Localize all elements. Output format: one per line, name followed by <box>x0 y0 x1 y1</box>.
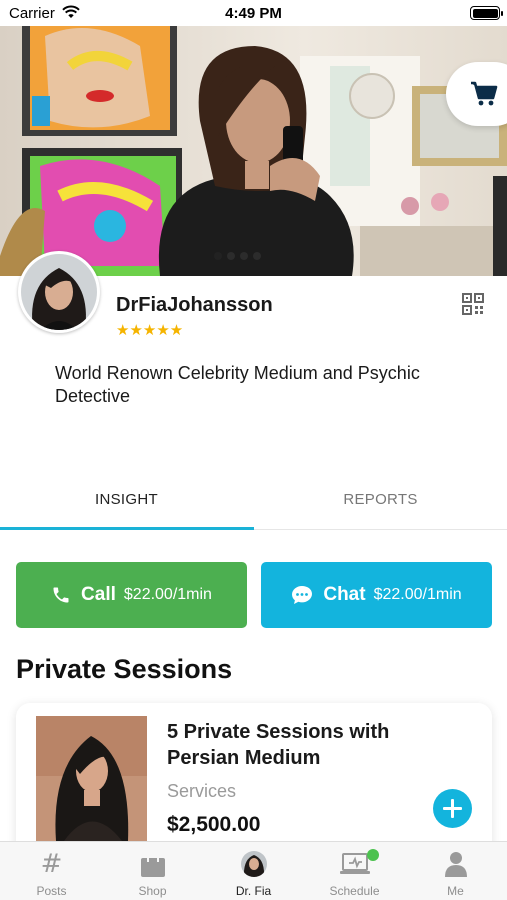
profile-tabs: INSIGHT REPORTS <box>0 478 507 530</box>
profile-name: DrFiaJohansson <box>116 294 273 316</box>
carousel-dot[interactable] <box>240 252 248 260</box>
clock-time: 4:49 PM <box>225 5 282 22</box>
phone-icon <box>53 587 69 603</box>
add-to-cart-button[interactable] <box>433 789 472 828</box>
calendar-laptop-icon <box>339 851 370 882</box>
nav-label: Posts <box>36 884 67 898</box>
battery-icon <box>470 6 503 20</box>
call-price: $22.00/1min <box>123 586 212 603</box>
profile-avatar[interactable] <box>18 251 100 333</box>
qr-code-icon[interactable] <box>462 293 484 320</box>
cart-icon <box>471 81 498 106</box>
call-label: Call <box>81 584 116 605</box>
call-button[interactable]: Call $22.00/1min <box>16 562 247 628</box>
cart-button[interactable] <box>446 62 507 126</box>
nav-shop[interactable]: Shop <box>102 842 203 900</box>
carousel-dot[interactable] <box>227 252 235 260</box>
chat-bubble-icon <box>292 586 313 604</box>
profile-bio: World Renown Celebrity Medium and Psychi… <box>55 363 420 406</box>
tab-insight[interactable]: INSIGHT <box>0 478 253 530</box>
chat-button[interactable]: Chat $22.00/1min <box>261 562 492 628</box>
nav-schedule[interactable]: Schedule <box>304 842 405 900</box>
nav-posts[interactable]: # Posts <box>1 842 102 900</box>
session-price: $2,500.00 <box>167 813 261 836</box>
tab-active-indicator <box>0 527 254 530</box>
carousel-dot[interactable] <box>253 252 261 260</box>
hashtag-icon: # <box>40 849 63 879</box>
person-icon <box>444 851 468 882</box>
session-category: Services <box>167 781 237 801</box>
nav-label: Shop <box>138 884 167 898</box>
rating-stars: ★★★★★ <box>116 322 184 339</box>
nav-label: Schedule <box>329 884 380 898</box>
nav-label: Me <box>447 884 464 898</box>
status-bar: Carrier 4:49 PM <box>0 0 507 26</box>
shopping-bag-icon <box>139 851 167 884</box>
session-thumbnail <box>36 716 147 841</box>
notification-badge <box>367 849 379 861</box>
session-title: 5 Private Sessions with Persian Medium <box>167 721 390 769</box>
carousel-dot[interactable] <box>214 252 222 260</box>
nav-dr-fia[interactable]: Dr. Fia <box>203 842 304 900</box>
chat-label: Chat <box>323 584 366 605</box>
cover-photo[interactable] <box>0 26 507 276</box>
nav-label: Dr. Fia <box>235 884 272 898</box>
chat-price: $22.00/1min <box>373 586 462 603</box>
carousel-dots[interactable] <box>214 252 261 260</box>
tab-reports[interactable]: REPORTS <box>254 478 507 530</box>
section-title: Private Sessions <box>16 654 233 684</box>
bottom-nav: # Posts Shop Dr. Fia Schedule Me <box>0 841 507 900</box>
nav-me[interactable]: Me <box>405 842 506 900</box>
profile-avatar-icon <box>240 851 267 877</box>
